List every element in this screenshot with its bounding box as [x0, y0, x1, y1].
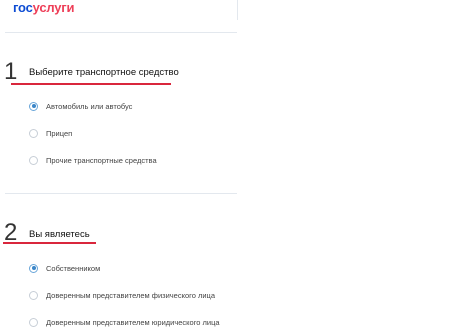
- top-divider: [5, 32, 237, 33]
- option-label: Автомобиль или автобус: [46, 101, 133, 111]
- option-representative-individual[interactable]: Доверенным представителем физического ли…: [29, 288, 215, 302]
- radio-unchecked-icon[interactable]: [29, 128, 38, 138]
- step-2-underline: [3, 242, 96, 244]
- section-divider: [5, 193, 237, 194]
- option-car-or-bus[interactable]: Автомобиль или автобус: [29, 99, 132, 113]
- page: госуслуги 1 Выберите транспортное средст…: [0, 0, 474, 332]
- option-representative-legal-entity[interactable]: Доверенным представителем юридического л…: [29, 315, 220, 329]
- gosuslugi-logo[interactable]: госуслуги: [13, 0, 75, 15]
- option-label: Доверенным представителем юридического л…: [46, 317, 220, 327]
- step-1-title: Выберите транспортное средство: [29, 67, 179, 78]
- step-1-underline: [11, 83, 171, 85]
- option-label: Прицеп: [46, 128, 73, 138]
- logo-part-uslugi: услуги: [32, 0, 75, 15]
- option-other-vehicles[interactable]: Прочие транспортные средства: [29, 153, 157, 167]
- radio-unchecked-icon[interactable]: [29, 155, 38, 165]
- option-trailer[interactable]: Прицеп: [29, 126, 72, 140]
- radio-unchecked-icon[interactable]: [29, 290, 38, 300]
- option-label: Доверенным представителем физического ли…: [46, 290, 215, 300]
- option-label: Прочие транспортные средства: [46, 155, 157, 165]
- option-owner[interactable]: Собственником: [29, 261, 100, 275]
- radio-unchecked-icon[interactable]: [29, 317, 38, 327]
- header-divider-vertical: [237, 0, 238, 20]
- step-1-number: 1: [4, 58, 18, 85]
- radio-checked-icon[interactable]: [29, 101, 38, 111]
- radio-checked-icon[interactable]: [29, 263, 38, 273]
- step-2-title: Вы являетесь: [29, 229, 90, 240]
- logo-part-gos: гос: [13, 0, 33, 15]
- option-label: Собственником: [46, 263, 101, 273]
